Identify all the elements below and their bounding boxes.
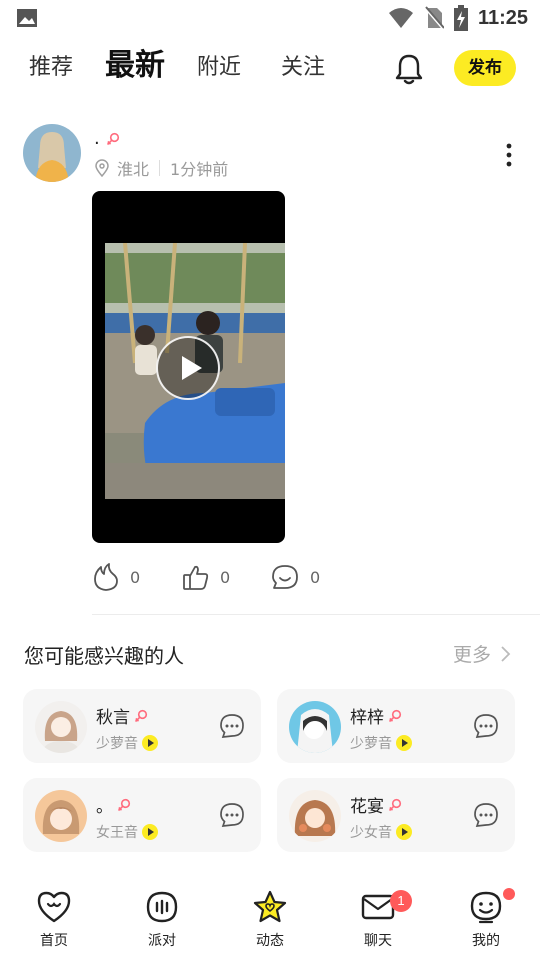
user-name: 。: [96, 797, 113, 817]
like-action[interactable]: 0: [182, 560, 230, 594]
image-notification-icon: [17, 9, 37, 27]
suggested-user-card[interactable]: 秋言 少萝音: [23, 689, 261, 763]
more-label: 更多: [453, 644, 492, 666]
wifi-icon: [388, 8, 413, 28]
voice-label: 少女音: [350, 825, 392, 841]
female-icon: [388, 709, 402, 722]
play-icon: [182, 356, 202, 380]
post-actions: 0 0 0: [92, 560, 352, 594]
more-options-icon[interactable]: [500, 142, 518, 168]
like-count: 0: [220, 567, 231, 587]
suggested-user-card[interactable]: 梓梓 少萝音: [277, 689, 515, 763]
tab-recommend[interactable]: 推荐: [29, 46, 73, 90]
tab-following[interactable]: 关注: [281, 46, 325, 90]
suggested-user-card[interactable]: 花宴 少女音: [277, 778, 515, 852]
divider: [92, 614, 540, 615]
username[interactable]: .: [94, 128, 100, 149]
comment-icon: [272, 565, 298, 589]
top-tabs: 推荐 最新 附近 关注 发布: [0, 46, 540, 94]
voice-play-icon[interactable]: [142, 824, 158, 840]
chat-unread-badge: 1: [390, 890, 412, 912]
meta-divider: [159, 160, 161, 176]
tab-nearby[interactable]: 附近: [197, 46, 241, 90]
voice-play-icon[interactable]: [142, 735, 158, 751]
chevron-right-icon: [501, 645, 511, 662]
nav-moments[interactable]: 动态: [230, 880, 310, 960]
chat-bubble-icon[interactable]: [473, 802, 499, 828]
star-icon: [253, 890, 287, 923]
voice-play-icon[interactable]: [396, 735, 412, 751]
female-icon: [117, 798, 131, 811]
user-name-row: 花宴: [350, 792, 402, 817]
battery-charging-icon: [453, 5, 468, 31]
nav-home-label: 首页: [40, 933, 68, 949]
voice-tag[interactable]: 少女音: [350, 822, 412, 842]
nav-home[interactable]: 首页: [14, 880, 94, 960]
nav-moments-label: 动态: [256, 933, 284, 949]
avatar[interactable]: [35, 701, 87, 753]
tab-latest[interactable]: 最新: [105, 44, 165, 88]
heart-home-icon: [37, 891, 71, 923]
post-location: 淮北: [117, 160, 150, 179]
comment-count: 0: [310, 567, 321, 587]
comment-action[interactable]: 0: [270, 560, 320, 594]
fire-icon: [94, 563, 118, 591]
location-icon: [95, 159, 109, 177]
no-sim-icon: [424, 6, 444, 30]
profile-notification-dot: [503, 888, 515, 900]
nav-me-label: 我的: [472, 933, 500, 949]
chat-bubble-icon[interactable]: [473, 713, 499, 739]
suggestions-title: 您可能感兴趣的人: [24, 644, 184, 668]
party-icon: [146, 891, 178, 923]
female-icon: [134, 709, 148, 722]
voice-play-icon[interactable]: [396, 824, 412, 840]
user-name: 梓梓: [350, 708, 384, 728]
voice-label: 少萝音: [96, 736, 138, 752]
play-button[interactable]: [156, 336, 220, 400]
user-name-row: 秋言: [96, 703, 148, 728]
post-time: 1分钟前: [170, 160, 229, 179]
voice-label: 少萝音: [350, 736, 392, 752]
fire-action[interactable]: 0: [92, 560, 140, 594]
nav-chat-label: 聊天: [364, 933, 392, 949]
suggestions-more-link[interactable]: 更多: [453, 640, 511, 667]
bell-icon[interactable]: [393, 52, 425, 86]
user-name-row: 梓梓: [350, 703, 402, 728]
user-name: 秋言: [96, 708, 130, 728]
bottom-nav: 首页 派对 动态 聊天 我的: [0, 880, 540, 960]
avatar[interactable]: [35, 790, 87, 842]
female-icon: [106, 132, 119, 145]
voice-tag[interactable]: 少萝音: [96, 733, 158, 753]
voice-tag[interactable]: 少萝音: [350, 733, 412, 753]
post-author-avatar[interactable]: [23, 124, 81, 182]
voice-tag[interactable]: 女王音: [96, 822, 158, 842]
female-icon: [388, 798, 402, 811]
voice-label: 女王音: [96, 825, 138, 841]
avatar[interactable]: [289, 790, 341, 842]
suggested-user-card[interactable]: 。 女王音: [23, 778, 261, 852]
thumbs-up-icon: [183, 565, 209, 590]
nav-party[interactable]: 派对: [122, 880, 202, 960]
user-name-row: 。: [96, 792, 131, 817]
post-meta: 淮北 1分钟前: [94, 156, 228, 180]
user-name: 花宴: [350, 797, 384, 817]
publish-button[interactable]: 发布: [454, 50, 516, 86]
smiley-profile-icon: [470, 891, 502, 924]
chat-bubble-icon[interactable]: [219, 802, 245, 828]
post-author-name[interactable]: .: [94, 128, 120, 149]
fire-count: 0: [130, 567, 141, 587]
avatar[interactable]: [289, 701, 341, 753]
clock: 11:25: [477, 6, 528, 29]
status-bar: 11:25: [0, 0, 540, 36]
nav-party-label: 派对: [148, 933, 176, 949]
chat-bubble-icon[interactable]: [219, 713, 245, 739]
post-video[interactable]: [92, 191, 285, 543]
